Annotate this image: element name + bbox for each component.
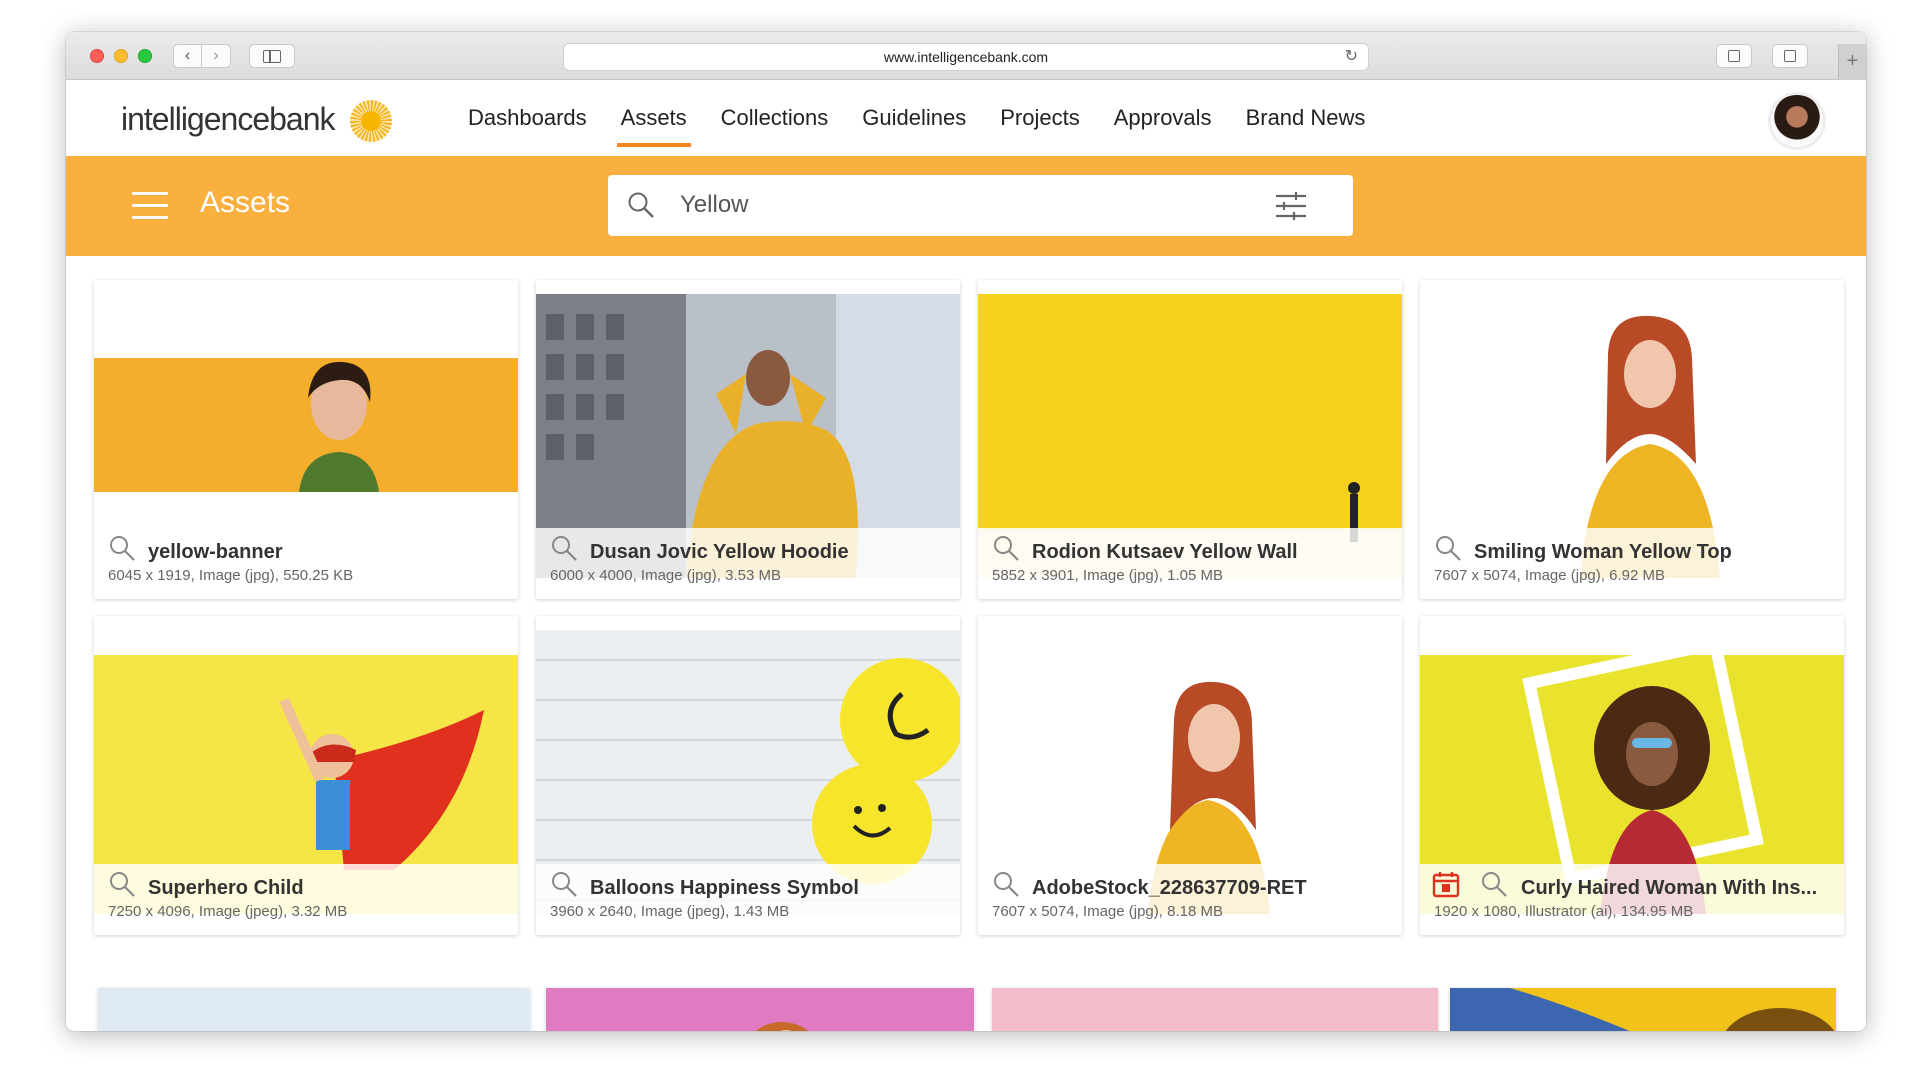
asset-label: Rodion Kutsaev Yellow Wall 5852 x 3901, …: [978, 528, 1402, 584]
browser-toolbar: ‹ › www.intelligencebank.com ↻ +: [66, 32, 1866, 80]
preview-zoom-icon[interactable]: [992, 870, 1020, 898]
asset-card-partial[interactable]: [98, 988, 530, 1031]
reload-icon[interactable]: ↻: [1345, 44, 1358, 70]
search-input[interactable]: [680, 191, 1240, 219]
close-window-button[interactable]: [90, 49, 104, 63]
preview-zoom-icon[interactable]: [550, 534, 578, 562]
address-bar[interactable]: www.intelligencebank.com ↻: [563, 43, 1369, 71]
sidebar-icon: [263, 50, 281, 63]
asset-card[interactable]: Smiling Woman Yellow Top 7607 x 5074, Im…: [1420, 280, 1844, 599]
asset-card[interactable]: Rodion Kutsaev Yellow Wall 5852 x 3901, …: [978, 280, 1402, 599]
page-title: Assets: [200, 186, 291, 219]
preview-zoom-icon[interactable]: [108, 534, 136, 562]
user-avatar[interactable]: [1768, 92, 1826, 150]
preview-zoom-icon[interactable]: [992, 534, 1020, 562]
maximize-window-button[interactable]: [138, 49, 152, 63]
asset-card[interactable]: AdobeStock_228637709-RET 7607 x 5074, Im…: [978, 616, 1402, 935]
app-navbar: intelligencebank Dashboards Assets Colle…: [66, 80, 1866, 156]
asset-meta: 1920 x 1080, Illustrator (ai), 134.95 MB: [1434, 903, 1694, 920]
asset-meta: 3960 x 2640, Image (jpeg), 1.43 MB: [550, 903, 790, 920]
asset-label: Curly Haired Woman With Ins... 1920 x 10…: [1420, 864, 1844, 920]
asset-label: AdobeStock_228637709-RET 7607 x 5074, Im…: [978, 864, 1402, 920]
asset-card-partial[interactable]: [1450, 988, 1836, 1031]
asset-label: Balloons Happiness Symbol 3960 x 2640, I…: [536, 864, 960, 920]
asset-title[interactable]: Balloons Happiness Symbol: [590, 877, 946, 900]
asset-meta: 7607 x 5074, Image (jpg), 8.18 MB: [992, 903, 1223, 920]
asset-card[interactable]: Balloons Happiness Symbol 3960 x 2640, I…: [536, 616, 960, 935]
calendar-icon: [1432, 872, 1460, 898]
asset-meta: 6000 x 4000, Image (jpg), 3.53 MB: [550, 567, 781, 584]
asset-title[interactable]: Smiling Woman Yellow Top: [1474, 541, 1830, 564]
asset-title[interactable]: Rodion Kutsaev Yellow Wall: [1032, 541, 1388, 564]
nav-brand-news[interactable]: Brand News: [1229, 80, 1383, 156]
asset-card-partial[interactable]: [992, 988, 1438, 1031]
share-icon: [1728, 50, 1740, 62]
preview-zoom-icon[interactable]: [550, 870, 578, 898]
menu-icon[interactable]: [132, 192, 168, 220]
main-nav: Dashboards Assets Collections Guidelines…: [451, 80, 1382, 156]
share-button[interactable]: [1716, 44, 1752, 68]
nav-projects[interactable]: Projects: [983, 80, 1096, 156]
asset-meta: 5852 x 3901, Image (jpg), 1.05 MB: [992, 567, 1223, 584]
back-button[interactable]: ‹: [173, 44, 202, 68]
asset-label: Smiling Woman Yellow Top 7607 x 5074, Im…: [1420, 528, 1844, 584]
asset-meta: 6045 x 1919, Image (jpg), 550.25 KB: [108, 567, 354, 584]
minimize-window-button[interactable]: [114, 49, 128, 63]
asset-card[interactable]: Curly Haired Woman With Ins... 1920 x 10…: [1420, 616, 1844, 935]
asset-title[interactable]: yellow-banner: [148, 541, 504, 564]
asset-title[interactable]: AdobeStock_228637709-RET: [1032, 877, 1388, 900]
asset-label: yellow-banner 6045 x 1919, Image (jpg), …: [94, 528, 518, 584]
asset-title[interactable]: Superhero Child: [148, 877, 504, 900]
nav-approvals[interactable]: Approvals: [1097, 80, 1229, 156]
asset-label: Dusan Jovic Yellow Hoodie 6000 x 4000, I…: [536, 528, 960, 584]
asset-card[interactable]: yellow-banner 6045 x 1919, Image (jpg), …: [94, 280, 518, 599]
asset-card-partial[interactable]: [546, 988, 974, 1031]
forward-button[interactable]: ›: [202, 44, 231, 68]
asset-title[interactable]: Dusan Jovic Yellow Hoodie: [590, 541, 946, 564]
url-text: www.intelligencebank.com: [883, 49, 1049, 65]
asset-title[interactable]: Curly Haired Woman With Ins...: [1521, 877, 1837, 900]
nav-assets[interactable]: Assets: [604, 80, 704, 156]
nav-guidelines[interactable]: Guidelines: [845, 80, 983, 156]
search-icon[interactable]: [626, 190, 656, 220]
logo-sun-icon: [350, 100, 392, 142]
asset-label: Superhero Child 7250 x 4096, Image (jpeg…: [94, 864, 518, 920]
search-box: [608, 175, 1353, 236]
preview-zoom-icon[interactable]: [1434, 534, 1462, 562]
sidebar-toggle-button[interactable]: [249, 44, 295, 68]
new-tab-button[interactable]: +: [1838, 44, 1866, 80]
nav-dashboards[interactable]: Dashboards: [451, 80, 604, 156]
asset-meta: 7607 x 5074, Image (jpg), 6.92 MB: [1434, 567, 1665, 584]
tab-overview-button[interactable]: [1772, 44, 1808, 68]
tabs-icon: [1784, 50, 1796, 62]
logo[interactable]: intelligencebank: [121, 101, 335, 138]
preview-zoom-icon[interactable]: [1480, 870, 1508, 898]
browser-window: ‹ › www.intelligencebank.com ↻ + intelli…: [66, 32, 1866, 1031]
asset-card[interactable]: Dusan Jovic Yellow Hoodie 6000 x 4000, I…: [536, 280, 960, 599]
asset-meta: 7250 x 4096, Image (jpeg), 3.32 MB: [108, 903, 348, 920]
asset-card[interactable]: Superhero Child 7250 x 4096, Image (jpeg…: [94, 616, 518, 935]
assets-header-bar: Assets: [66, 156, 1866, 256]
filter-sliders-icon[interactable]: [1274, 191, 1308, 221]
nav-collections[interactable]: Collections: [704, 80, 846, 156]
preview-zoom-icon[interactable]: [108, 870, 136, 898]
